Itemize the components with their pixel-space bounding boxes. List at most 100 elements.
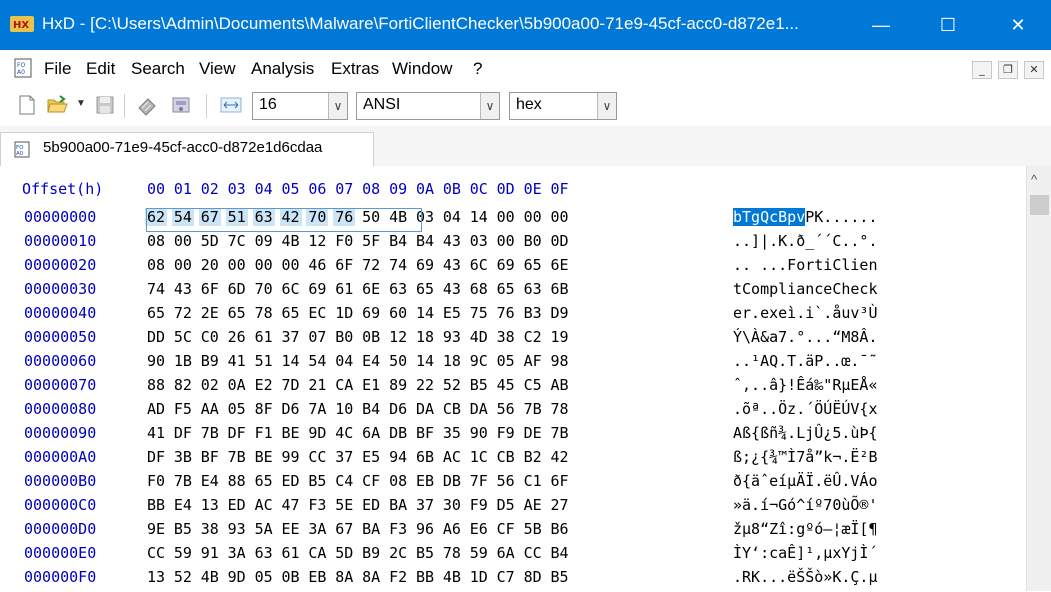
hex-byte[interactable]: 68	[468, 280, 490, 298]
hex-byte[interactable]: 63	[253, 544, 275, 562]
hex-byte[interactable]: 08	[145, 232, 167, 250]
hex-byte[interactable]: 75	[468, 304, 490, 322]
hex-byte[interactable]: 9C	[468, 352, 490, 370]
hex-byte[interactable]: 09	[253, 232, 275, 250]
hex-byte[interactable]: 0A	[226, 376, 248, 394]
hex-byte[interactable]: 98	[549, 352, 571, 370]
hex-byte[interactable]: B9	[360, 544, 382, 562]
chip-icon[interactable]	[136, 94, 158, 116]
open-dropdown-icon[interactable]: ▼	[76, 98, 86, 109]
hex-byte[interactable]: CF	[495, 520, 517, 538]
hex-byte[interactable]: CC	[306, 448, 328, 466]
menu-search[interactable]: Search	[131, 59, 185, 79]
hex-byte[interactable]: 6B	[549, 280, 571, 298]
hex-byte[interactable]: F3	[306, 496, 328, 514]
hex-row[interactable]: 000000A0 DF 3B BF 7B BE 99 CC 37 E5 94 6B AC 1C CB B2 42…	[0, 448, 1026, 472]
hex-byte[interactable]: EB	[306, 568, 328, 586]
hex-byte[interactable]: BA	[360, 520, 382, 538]
hex-byte[interactable]: 43	[441, 232, 463, 250]
hex-byte[interactable]: 74	[387, 256, 409, 274]
hex-byte[interactable]: 5D	[199, 232, 221, 250]
hex-byte[interactable]: E4	[172, 496, 194, 514]
hex-byte[interactable]: 37	[280, 328, 302, 346]
chevron-down-icon[interactable]: ∨	[328, 93, 347, 119]
hex-byte[interactable]: 14	[280, 352, 302, 370]
hex-row[interactable]: 000000F0 13 52 4B 9D 05 0B EB 8A 8A F2 BB 4B 1D C7 8D B5…	[0, 568, 1026, 592]
hex-byte[interactable]: ED	[360, 496, 382, 514]
hex-byte[interactable]: 63	[252, 208, 275, 226]
hex-byte[interactable]: E2	[253, 376, 275, 394]
hex-byte[interactable]: 12	[387, 328, 409, 346]
hex-byte[interactable]: 91	[199, 544, 221, 562]
hex-byte[interactable]: B0	[522, 232, 544, 250]
hex-byte[interactable]: B6	[549, 520, 571, 538]
hex-byte[interactable]: 69	[495, 256, 517, 274]
ascii-text[interactable]: .RK...ëŠŠò»K.Ç.µ	[733, 568, 878, 586]
hex-byte[interactable]: 5D	[333, 544, 355, 562]
hex-byte[interactable]: 74	[145, 280, 167, 298]
hex-byte[interactable]: AE	[522, 496, 544, 514]
mdi-close-button[interactable]: ✕	[1024, 61, 1044, 79]
ascii-text[interactable]: ..]|.K.ð_´´C..°.	[733, 232, 878, 250]
hex-byte[interactable]: 20	[199, 256, 221, 274]
ascii-text[interactable]: ÌY‘:caÊ]¹,µxYjÌ´	[733, 544, 878, 562]
hex-byte[interactable]: 76	[495, 304, 517, 322]
hex-byte[interactable]: 22	[414, 376, 436, 394]
hex-byte[interactable]: 7B	[172, 472, 194, 490]
vertical-scrollbar[interactable]: ^	[1026, 166, 1051, 591]
chevron-down-icon[interactable]: ∨	[480, 93, 499, 119]
hex-byte[interactable]: DA	[414, 400, 436, 418]
hex-byte[interactable]: 59	[468, 544, 490, 562]
hex-byte[interactable]: DB	[441, 472, 463, 490]
hex-byte[interactable]: B9	[199, 352, 221, 370]
hex-byte[interactable]: 65	[226, 304, 248, 322]
disk-icon[interactable]	[170, 94, 192, 116]
document-menu-icon[interactable]: FO A0	[14, 58, 32, 78]
hex-byte[interactable]: 00	[253, 256, 275, 274]
hex-byte[interactable]: E1	[360, 376, 382, 394]
hex-byte[interactable]: 70	[306, 208, 329, 226]
hex-byte[interactable]: 67	[198, 208, 221, 226]
hex-byte[interactable]: 88	[226, 472, 248, 490]
hex-byte[interactable]: 63	[522, 280, 544, 298]
hex-byte[interactable]: CB	[495, 448, 517, 466]
hex-byte[interactable]: D9	[549, 304, 571, 322]
hex-byte[interactable]: 69	[306, 280, 328, 298]
hex-byte[interactable]: F3	[387, 520, 409, 538]
hex-byte[interactable]: 6E	[360, 280, 382, 298]
hex-byte[interactable]: 88	[145, 376, 167, 394]
hex-byte[interactable]: 89	[387, 376, 409, 394]
hex-byte[interactable]: 12	[306, 232, 328, 250]
hex-row[interactable]: 000000B0 F0 7B E4 88 65 ED B5 C4 CF 08 EB DB 7F 56 C1 6F…	[0, 472, 1026, 496]
hex-byte[interactable]: 65	[414, 280, 436, 298]
offset-base-select[interactable]: hex ∨	[509, 92, 617, 120]
hex-byte[interactable]: 9D	[226, 568, 248, 586]
ascii-text[interactable]: er.exeì.i`.åuv³Ù	[733, 304, 878, 322]
hex-byte[interactable]: B5	[549, 568, 571, 586]
hex-byte[interactable]: 1B	[172, 352, 194, 370]
hex-byte[interactable]: F0	[145, 472, 167, 490]
menu-analysis[interactable]: Analysis	[251, 59, 314, 79]
scroll-up-arrow-icon[interactable]: ^	[1031, 172, 1037, 187]
hex-byte[interactable]: 4B	[280, 232, 302, 250]
hex-byte[interactable]: BF	[199, 448, 221, 466]
hex-byte[interactable]: 90	[145, 352, 167, 370]
ascii-selection[interactable]: bTgQcBpv	[733, 208, 806, 226]
hex-byte[interactable]: 61	[280, 544, 302, 562]
hex-byte[interactable]: E6	[468, 520, 490, 538]
hex-byte[interactable]: 35	[441, 424, 463, 442]
hex-byte[interactable]: AA	[199, 400, 221, 418]
hex-byte[interactable]: 1D	[333, 304, 355, 322]
hex-byte[interactable]: 6A	[360, 424, 382, 442]
mdi-restore-button[interactable]: ❐	[998, 61, 1018, 79]
hex-byte[interactable]: DF	[145, 448, 167, 466]
hex-row[interactable]: 000000D0 9E B5 38 93 5A EE 3A 67 BA F3 96 A6 E6 CF 5B B6…	[0, 520, 1026, 544]
hex-byte[interactable]: B4	[360, 400, 382, 418]
hex-byte[interactable]: 67	[333, 520, 355, 538]
hex-byte[interactable]: 04	[333, 352, 355, 370]
hex-byte[interactable]: 62	[145, 208, 167, 226]
hex-byte[interactable]: 46	[306, 256, 328, 274]
hex-byte[interactable]: BA	[387, 496, 409, 514]
hex-byte[interactable]: 00	[172, 232, 194, 250]
hex-byte[interactable]: 50	[360, 208, 382, 226]
